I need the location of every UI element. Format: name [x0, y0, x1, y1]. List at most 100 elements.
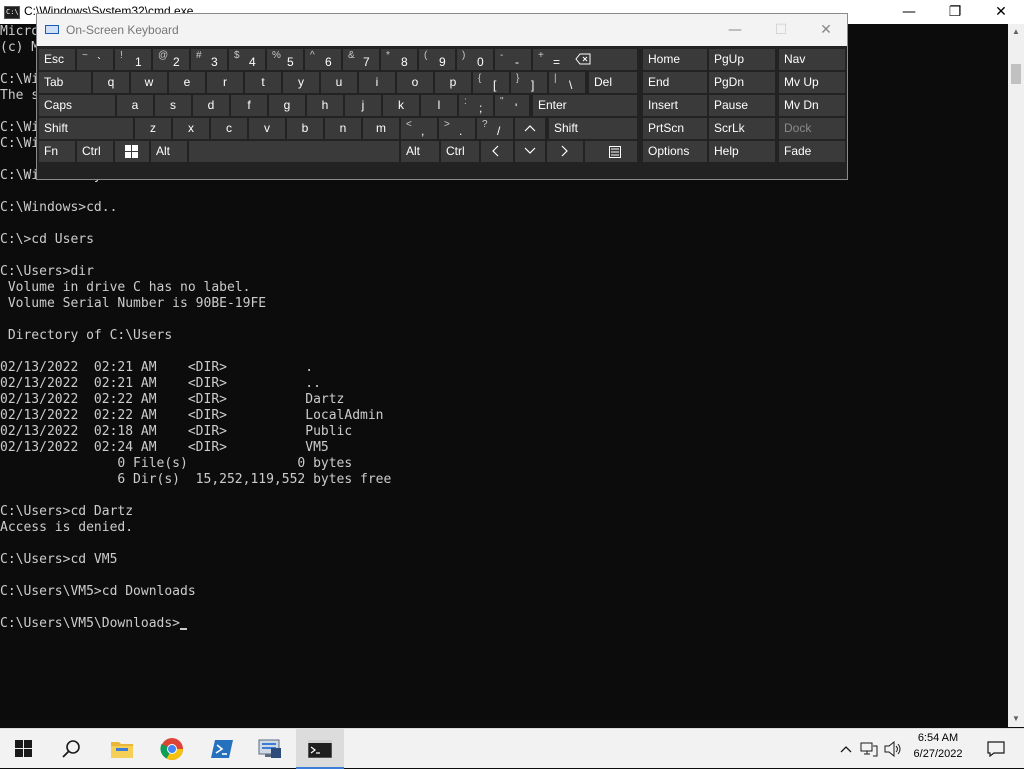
key-n[interactable]: n [325, 118, 361, 139]
key-end[interactable]: End [643, 72, 707, 93]
key-x[interactable]: x [173, 118, 209, 139]
key-prtscn[interactable]: PrtScn [643, 118, 707, 139]
key-t[interactable]: t [245, 72, 281, 93]
show-hidden-icons-button[interactable] [836, 729, 856, 769]
key-backspace[interactable] [569, 49, 637, 70]
key-shift-right[interactable]: Shift [549, 118, 637, 139]
key-pause[interactable]: Pause [709, 95, 775, 116]
osk-minimize-button[interactable]: — [712, 14, 758, 46]
key-num-9[interactable]: (9 [419, 49, 455, 70]
key-num-0[interactable]: ~ ` [77, 49, 113, 70]
key-qsym-1[interactable]: }] [511, 72, 547, 93]
key-shift-left[interactable]: Shift [39, 118, 133, 139]
key-q[interactable]: q [93, 72, 129, 93]
powershell-button[interactable] [198, 729, 246, 769]
key-pgdn[interactable]: PgDn [709, 72, 775, 93]
key-home[interactable]: Home [643, 49, 707, 70]
key-enter[interactable]: Enter [533, 95, 637, 116]
key-num-2[interactable]: @2 [153, 49, 189, 70]
key-l[interactable]: l [421, 95, 457, 116]
key-alt-right[interactable]: Alt [401, 141, 439, 162]
key-arrow-down[interactable] [515, 141, 545, 162]
key-zsym-1[interactable]: >. [439, 118, 475, 139]
key-alt-left[interactable]: Alt [151, 141, 187, 162]
key-zsym-0[interactable]: <, [401, 118, 437, 139]
clock[interactable]: 6:54 AM 6/27/2022 [904, 730, 972, 762]
key-f[interactable]: f [231, 95, 267, 116]
cmd-minimize-button[interactable]: — [886, 0, 932, 24]
console-scrollbar[interactable]: ▲ ▼ [1008, 24, 1024, 727]
key-s[interactable]: s [155, 95, 191, 116]
osk-close-button[interactable]: ✕ [803, 14, 849, 46]
key-qsym-0[interactable]: {[ [473, 72, 509, 93]
on-screen-keyboard-window[interactable]: On-Screen Keyboard — ☐ ✕ Esc Tab Del Cap… [36, 13, 848, 180]
network-button[interactable] [858, 729, 880, 769]
key-w[interactable]: w [131, 72, 167, 93]
key-qsym-2[interactable]: | \ [549, 72, 585, 93]
key-r[interactable]: r [207, 72, 243, 93]
cmd-restore-button[interactable]: ❐ [932, 0, 978, 24]
key-esc[interactable]: Esc [39, 49, 75, 70]
key-help[interactable]: Help [709, 141, 775, 162]
key-num-5[interactable]: % 5 [267, 49, 303, 70]
key-menu[interactable] [585, 141, 637, 162]
key-num-11[interactable]: -- [495, 49, 531, 70]
key-c[interactable]: c [211, 118, 247, 139]
scroll-up-arrow-icon[interactable]: ▲ [1008, 24, 1024, 40]
file-explorer-button[interactable] [98, 729, 146, 769]
key-b[interactable]: b [287, 118, 323, 139]
key-options[interactable]: Options [643, 141, 707, 162]
key-fade[interactable]: Fade [779, 141, 845, 162]
scroll-thumb[interactable] [1011, 64, 1021, 84]
key-e[interactable]: e [169, 72, 205, 93]
server-manager-button[interactable] [246, 729, 294, 769]
key-a[interactable]: a [117, 95, 153, 116]
key-num-7[interactable]: & 7 [343, 49, 379, 70]
key-o[interactable]: o [397, 72, 433, 93]
key-fn[interactable]: Fn [39, 141, 75, 162]
start-button[interactable] [0, 729, 48, 769]
key-ctrl-right[interactable]: Ctrl [441, 141, 479, 162]
key-num-1[interactable]: ! 1 [115, 49, 151, 70]
key-arrow-up[interactable] [515, 118, 545, 139]
osk-title-bar[interactable]: On-Screen Keyboard — ☐ ✕ [37, 14, 847, 46]
key-pgup[interactable]: PgUp [709, 49, 775, 70]
key-y[interactable]: y [283, 72, 319, 93]
scroll-down-arrow-icon[interactable]: ▼ [1008, 711, 1024, 727]
cmd-taskbar-button[interactable] [296, 729, 344, 769]
key-num-4[interactable]: $4 [229, 49, 265, 70]
key-num-6[interactable]: ^ 6 [305, 49, 341, 70]
key-v[interactable]: v [249, 118, 285, 139]
key-insert[interactable]: Insert [643, 95, 707, 116]
key-tab[interactable]: Tab [39, 72, 91, 93]
notifications-button[interactable] [978, 729, 1014, 769]
search-button[interactable] [48, 729, 96, 769]
key-nav[interactable]: Nav [779, 49, 845, 70]
key-asym-0[interactable]: :; [459, 95, 493, 116]
volume-button[interactable] [882, 729, 904, 769]
key-space[interactable] [189, 141, 399, 162]
key-k[interactable]: k [383, 95, 419, 116]
key-del[interactable]: Del [589, 72, 637, 93]
key-z[interactable]: z [135, 118, 171, 139]
key-m[interactable]: m [363, 118, 399, 139]
osk-maximize-button[interactable]: ☐ [758, 14, 804, 46]
key-p[interactable]: p [435, 72, 471, 93]
key-arrow-left[interactable] [481, 141, 513, 162]
key-num-12[interactable]: + = [533, 49, 569, 70]
key-arrow-right[interactable] [547, 141, 583, 162]
key-mvup[interactable]: Mv Up [779, 72, 845, 93]
key-j[interactable]: j [345, 95, 381, 116]
chrome-button[interactable] [148, 729, 196, 769]
key-ctrl-left[interactable]: Ctrl [77, 141, 113, 162]
key-num-3[interactable]: #3 [191, 49, 227, 70]
key-zsym-2[interactable]: ? / [477, 118, 513, 139]
key-d[interactable]: d [193, 95, 229, 116]
cmd-close-button[interactable]: ✕ [978, 0, 1024, 24]
key-u[interactable]: u [321, 72, 357, 93]
key-asym-1[interactable]: " ' [495, 95, 529, 116]
key-num-8[interactable]: * 8 [381, 49, 417, 70]
key-caps[interactable]: Caps [39, 95, 115, 116]
key-i[interactable]: i [359, 72, 395, 93]
key-mvdn[interactable]: Mv Dn [779, 95, 845, 116]
